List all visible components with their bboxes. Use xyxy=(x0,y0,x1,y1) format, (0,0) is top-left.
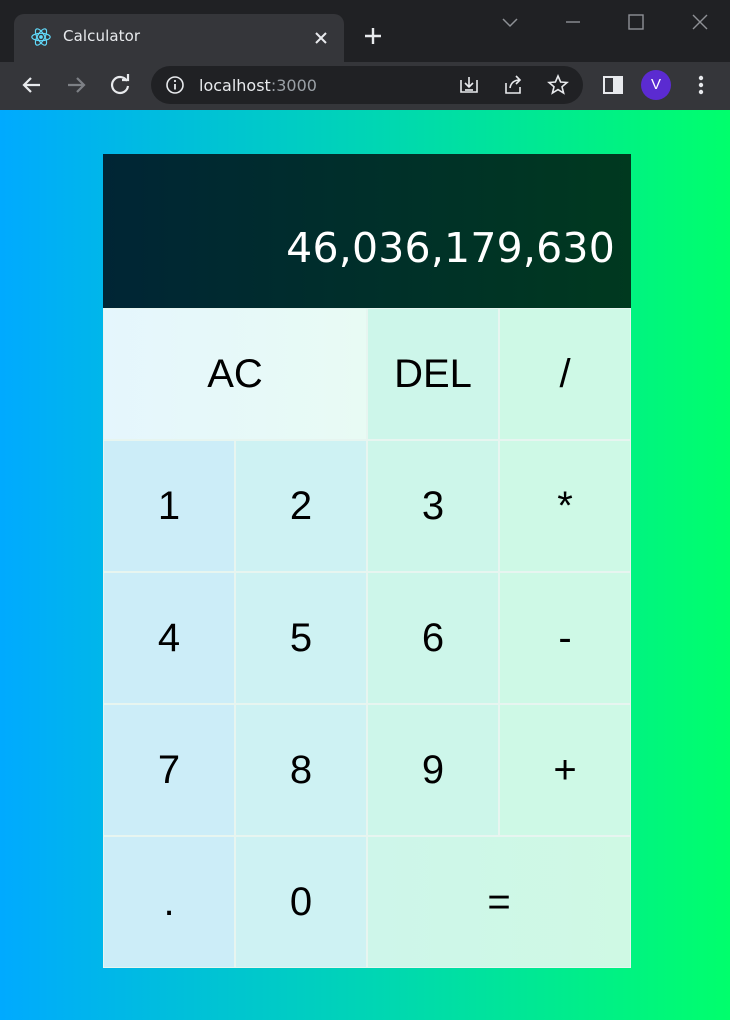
info-icon[interactable] xyxy=(165,75,185,95)
key-0[interactable]: 0 xyxy=(235,836,367,968)
chevron-down-icon[interactable] xyxy=(498,10,522,34)
key-add[interactable]: + xyxy=(499,704,631,836)
star-icon[interactable] xyxy=(547,74,569,96)
calculator-display: 46,036,179,630 xyxy=(103,154,631,308)
window-close-icon[interactable] xyxy=(688,10,712,34)
key-all-clear[interactable]: AC xyxy=(103,308,367,440)
page-background: 46,036,179,630 AC DEL / 1 2 3 * 4 5 6 - … xyxy=(0,110,730,1020)
url-port: :3000 xyxy=(270,76,317,95)
minimize-icon[interactable] xyxy=(561,10,585,34)
reload-icon[interactable] xyxy=(107,72,133,98)
key-3[interactable]: 3 xyxy=(367,440,499,572)
browser-tab-strip: Calculator xyxy=(0,0,730,62)
tab-title: Calculator xyxy=(63,27,141,45)
url-host: localhost xyxy=(199,76,271,95)
side-panel-icon[interactable] xyxy=(600,72,626,98)
address-bar[interactable]: localhost:3000 xyxy=(151,66,583,104)
close-icon[interactable] xyxy=(311,28,331,48)
key-divide[interactable]: / xyxy=(499,308,631,440)
browser-toolbar: localhost:3000 V xyxy=(0,62,730,110)
share-icon[interactable] xyxy=(502,74,524,96)
key-4[interactable]: 4 xyxy=(103,572,235,704)
avatar[interactable]: V xyxy=(641,70,671,100)
key-6[interactable]: 6 xyxy=(367,572,499,704)
key-7[interactable]: 7 xyxy=(103,704,235,836)
key-delete[interactable]: DEL xyxy=(367,308,499,440)
key-subtract[interactable]: - xyxy=(499,572,631,704)
plus-icon[interactable] xyxy=(361,24,385,48)
key-2[interactable]: 2 xyxy=(235,440,367,572)
back-arrow-icon[interactable] xyxy=(19,72,45,98)
url-text[interactable]: localhost:3000 xyxy=(199,76,317,95)
install-icon[interactable] xyxy=(458,74,480,96)
key-8[interactable]: 8 xyxy=(235,704,367,836)
maximize-icon[interactable] xyxy=(624,10,648,34)
tab-calculator[interactable]: Calculator xyxy=(14,14,344,62)
key-1[interactable]: 1 xyxy=(103,440,235,572)
key-multiply[interactable]: * xyxy=(499,440,631,572)
react-favicon xyxy=(31,28,51,46)
key-9[interactable]: 9 xyxy=(367,704,499,836)
key-5[interactable]: 5 xyxy=(235,572,367,704)
calculator: 46,036,179,630 AC DEL / 1 2 3 * 4 5 6 - … xyxy=(103,154,631,968)
key-decimal[interactable]: . xyxy=(103,836,235,968)
keypad: AC DEL / 1 2 3 * 4 5 6 - 7 8 9 + . 0 = xyxy=(103,308,631,968)
forward-arrow-icon[interactable] xyxy=(63,72,89,98)
display-value: 46,036,179,630 xyxy=(286,224,615,272)
more-vert-icon[interactable] xyxy=(688,72,714,98)
key-equals[interactable]: = xyxy=(367,836,631,968)
